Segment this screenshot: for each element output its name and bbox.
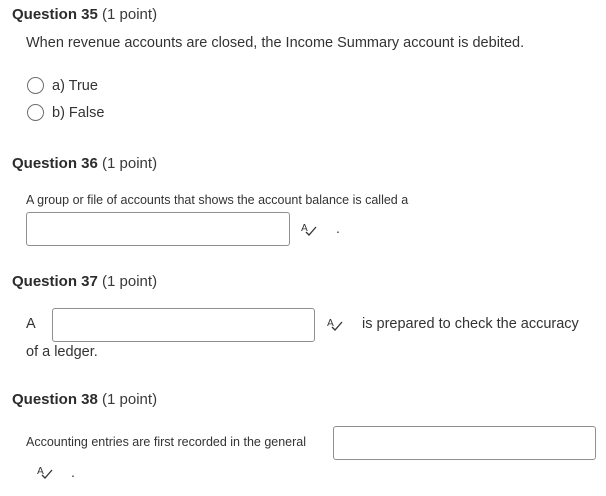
question-35-prompt: When revenue accounts are closed, the In… (26, 35, 525, 51)
question-number: Question 36 (12, 155, 98, 172)
question-number: Question 38 (12, 391, 98, 408)
option-b-label[interactable]: b) False (52, 105, 104, 121)
question-points: (1 point) (102, 155, 158, 172)
question-35-heading: Question 35 (1 point) (12, 6, 157, 23)
question-points: (1 point) (102, 391, 158, 408)
question-37-heading: Question 37 (1 point) (12, 273, 157, 290)
question-37-suffix: is prepared to check the accuracy (362, 316, 579, 332)
question-37-prefix: A (26, 316, 36, 332)
question-36-period: . (336, 220, 340, 236)
question-38-period: . (71, 464, 75, 480)
spellcheck-icon[interactable]: A (36, 464, 54, 480)
question-38-answer-field[interactable] (333, 426, 596, 460)
option-a-radio[interactable] (27, 77, 44, 94)
question-38-heading: Question 38 (1 point) (12, 391, 157, 408)
question-36-heading: Question 36 (1 point) (12, 155, 157, 172)
question-37-answer-field[interactable] (52, 308, 315, 342)
spellcheck-icon[interactable]: A (326, 316, 344, 332)
question-points: (1 point) (102, 273, 158, 290)
question-number: Question 37 (12, 273, 98, 290)
question-37-continuation: of a ledger. (26, 344, 98, 360)
question-38-prompt: Accounting entries are first recorded in… (26, 435, 307, 449)
question-number: Question 35 (12, 6, 98, 23)
question-points: (1 point) (102, 6, 158, 23)
option-b-radio[interactable] (27, 104, 44, 121)
question-36-answer-field[interactable] (26, 212, 290, 246)
spellcheck-icon[interactable]: A (300, 221, 318, 237)
option-a-label[interactable]: a) True (52, 78, 98, 94)
question-36-prompt: A group or file of accounts that shows t… (26, 193, 409, 207)
